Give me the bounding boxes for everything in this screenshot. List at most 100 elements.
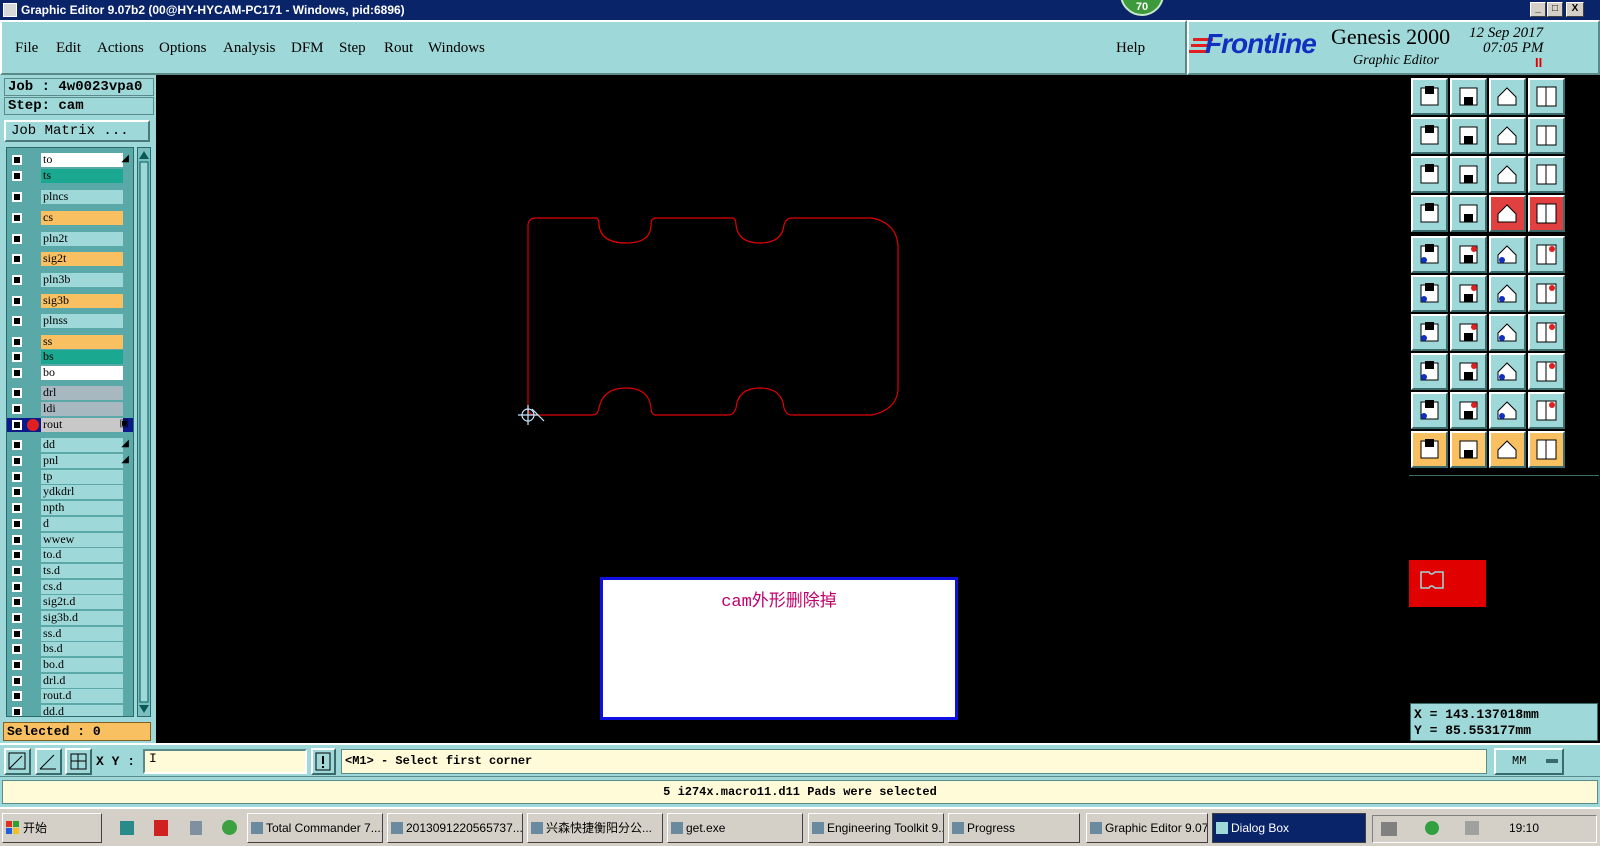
layer-name[interactable]: bo <box>41 366 123 380</box>
keyboard-icon[interactable] <box>1381 822 1397 836</box>
layer-row-to[interactable]: to ◢ <box>7 153 133 167</box>
layer-name[interactable]: ydkdrl <box>41 485 123 499</box>
layer-row-bo-d[interactable]: bo.d <box>7 658 133 672</box>
menu-analysis[interactable]: Analysis <box>223 40 276 57</box>
layer-down-button[interactable] <box>1450 78 1487 115</box>
layer-checkbox[interactable] <box>12 597 22 607</box>
net-highlight-button[interactable] <box>1489 195 1526 232</box>
layer-row-sig3b-d[interactable]: sig3b.d <box>7 611 133 625</box>
undo-view-button[interactable] <box>1489 117 1526 154</box>
select-rotate-button[interactable] <box>1489 431 1526 468</box>
layer-row-sig3b[interactable]: sig3b <box>7 294 133 308</box>
layer-row-dd-d[interactable]: dd.d <box>7 705 133 716</box>
taskbar-item[interactable]: Engineering Toolkit 9... <box>808 813 944 843</box>
window-split-button[interactable] <box>1528 78 1565 115</box>
layer-checkbox[interactable] <box>12 707 22 716</box>
layer-name[interactable]: pln2t <box>41 232 123 246</box>
layer-name[interactable]: sig2t <box>41 252 123 266</box>
layer-checkbox[interactable] <box>12 456 22 466</box>
layer-checkbox[interactable] <box>12 254 22 264</box>
layer-name[interactable]: plnss <box>41 314 123 328</box>
feature-group-button[interactable] <box>1528 353 1565 390</box>
mirror-button[interactable] <box>1528 314 1565 351</box>
layer-checkbox[interactable] <box>12 613 22 623</box>
copy-button[interactable] <box>1528 275 1565 312</box>
pad-add-button[interactable] <box>1411 353 1448 390</box>
move-button[interactable] <box>1489 275 1526 312</box>
units-selector[interactable]: MM <box>1494 748 1564 775</box>
layer-row-ts[interactable]: ts <box>7 169 133 183</box>
layer-name[interactable]: bs <box>41 350 123 364</box>
select-route-button[interactable] <box>1528 431 1565 468</box>
taskbar-item[interactable]: Progress <box>948 813 1080 843</box>
taskbar-item[interactable]: get.exe <box>667 813 803 843</box>
layer-checkbox[interactable] <box>12 155 22 165</box>
layer-checkbox[interactable] <box>12 519 22 529</box>
delete-button[interactable] <box>1450 275 1487 312</box>
home-button[interactable] <box>1489 78 1526 115</box>
layer-checkbox[interactable] <box>12 582 22 592</box>
job-matrix-button[interactable]: Job Matrix ... <box>4 120 150 142</box>
layer-checkbox[interactable] <box>12 676 22 686</box>
layer-row-ss[interactable]: ss <box>7 335 133 349</box>
menu-actions[interactable]: Actions <box>97 40 144 57</box>
layer-up-button[interactable] <box>1411 78 1448 115</box>
connect-button[interactable] <box>1411 275 1448 312</box>
layer-checkbox[interactable] <box>12 472 22 482</box>
layer-checkbox[interactable] <box>12 352 22 362</box>
layer-checkbox[interactable] <box>12 550 22 560</box>
menu-options[interactable]: Options <box>159 40 207 57</box>
taskbar-item[interactable]: Total Commander 7.... <box>247 813 383 843</box>
layer-row-plnss[interactable]: plnss <box>7 314 133 328</box>
pause-indicator[interactable]: II <box>1535 55 1542 70</box>
net-highlight-alt-button[interactable] <box>1528 195 1565 232</box>
layer-row-rout-d[interactable]: rout.d <box>7 689 133 703</box>
pdf-icon[interactable] <box>154 820 168 836</box>
menu-rout[interactable]: Rout <box>384 40 413 57</box>
layer-name[interactable]: bs.d <box>41 642 123 656</box>
layer-list-scrollbar[interactable] <box>137 147 151 717</box>
measure-button[interactable] <box>1411 195 1448 232</box>
layer-name[interactable]: cs <box>41 211 123 225</box>
ruler-button[interactable] <box>1489 236 1526 273</box>
layer-name[interactable]: bo.d <box>41 658 123 672</box>
layer-row-npth[interactable]: npth <box>7 501 133 515</box>
xy-input[interactable]: I <box>143 749 307 774</box>
help-query-button[interactable] <box>1528 156 1565 193</box>
layer-checkbox[interactable] <box>12 337 22 347</box>
layer-name[interactable]: dd.d <box>41 705 123 716</box>
layer-checkbox[interactable] <box>12 566 22 576</box>
layer-checkbox[interactable] <box>12 296 22 306</box>
layer-checkbox[interactable] <box>12 691 22 701</box>
menu-dfm[interactable]: DFM <box>291 40 324 57</box>
layer-row-tp[interactable]: tp <box>7 470 133 484</box>
taskbar-item[interactable]: Graphic Editor 9.07b... <box>1086 813 1208 843</box>
snap-center-button[interactable] <box>65 748 92 775</box>
menu-file[interactable]: File <box>15 40 38 57</box>
snap-button[interactable] <box>1528 236 1565 273</box>
add-pad-button[interactable] <box>1411 236 1448 273</box>
layer-name[interactable]: sig3b.d <box>41 611 123 625</box>
layer-checkbox[interactable] <box>12 275 22 285</box>
layer-row-pnl[interactable]: pnl ◢ <box>7 454 133 468</box>
arc-add-button[interactable] <box>1450 392 1487 429</box>
layer-checkbox[interactable] <box>12 316 22 326</box>
layer-row-rout[interactable]: rout ▣ <box>7 418 133 432</box>
layer-name[interactable]: npth <box>41 501 123 515</box>
zoom-center-button[interactable] <box>1450 156 1487 193</box>
layer-row-drl-d[interactable]: drl.d <box>7 674 133 688</box>
layer-name[interactable]: rout <box>41 418 123 432</box>
layer-checkbox[interactable] <box>12 213 22 223</box>
layer-name[interactable]: ldi <box>41 402 123 416</box>
layer-checkbox[interactable] <box>12 535 22 545</box>
menu-step[interactable]: Step <box>339 40 366 57</box>
zoom-fit-button[interactable] <box>1411 156 1448 193</box>
minimize-button[interactable]: _ <box>1530 2 1546 17</box>
layer-checkbox[interactable] <box>12 503 22 513</box>
menu-help[interactable]: Help <box>1116 40 1145 57</box>
mini-view[interactable] <box>1409 475 1599 607</box>
layer-row-d[interactable]: d <box>7 517 133 531</box>
start-button[interactable]: 开始 <box>2 813 102 843</box>
layer-name[interactable]: ts.d <box>41 564 123 578</box>
arc-button[interactable] <box>1411 392 1448 429</box>
